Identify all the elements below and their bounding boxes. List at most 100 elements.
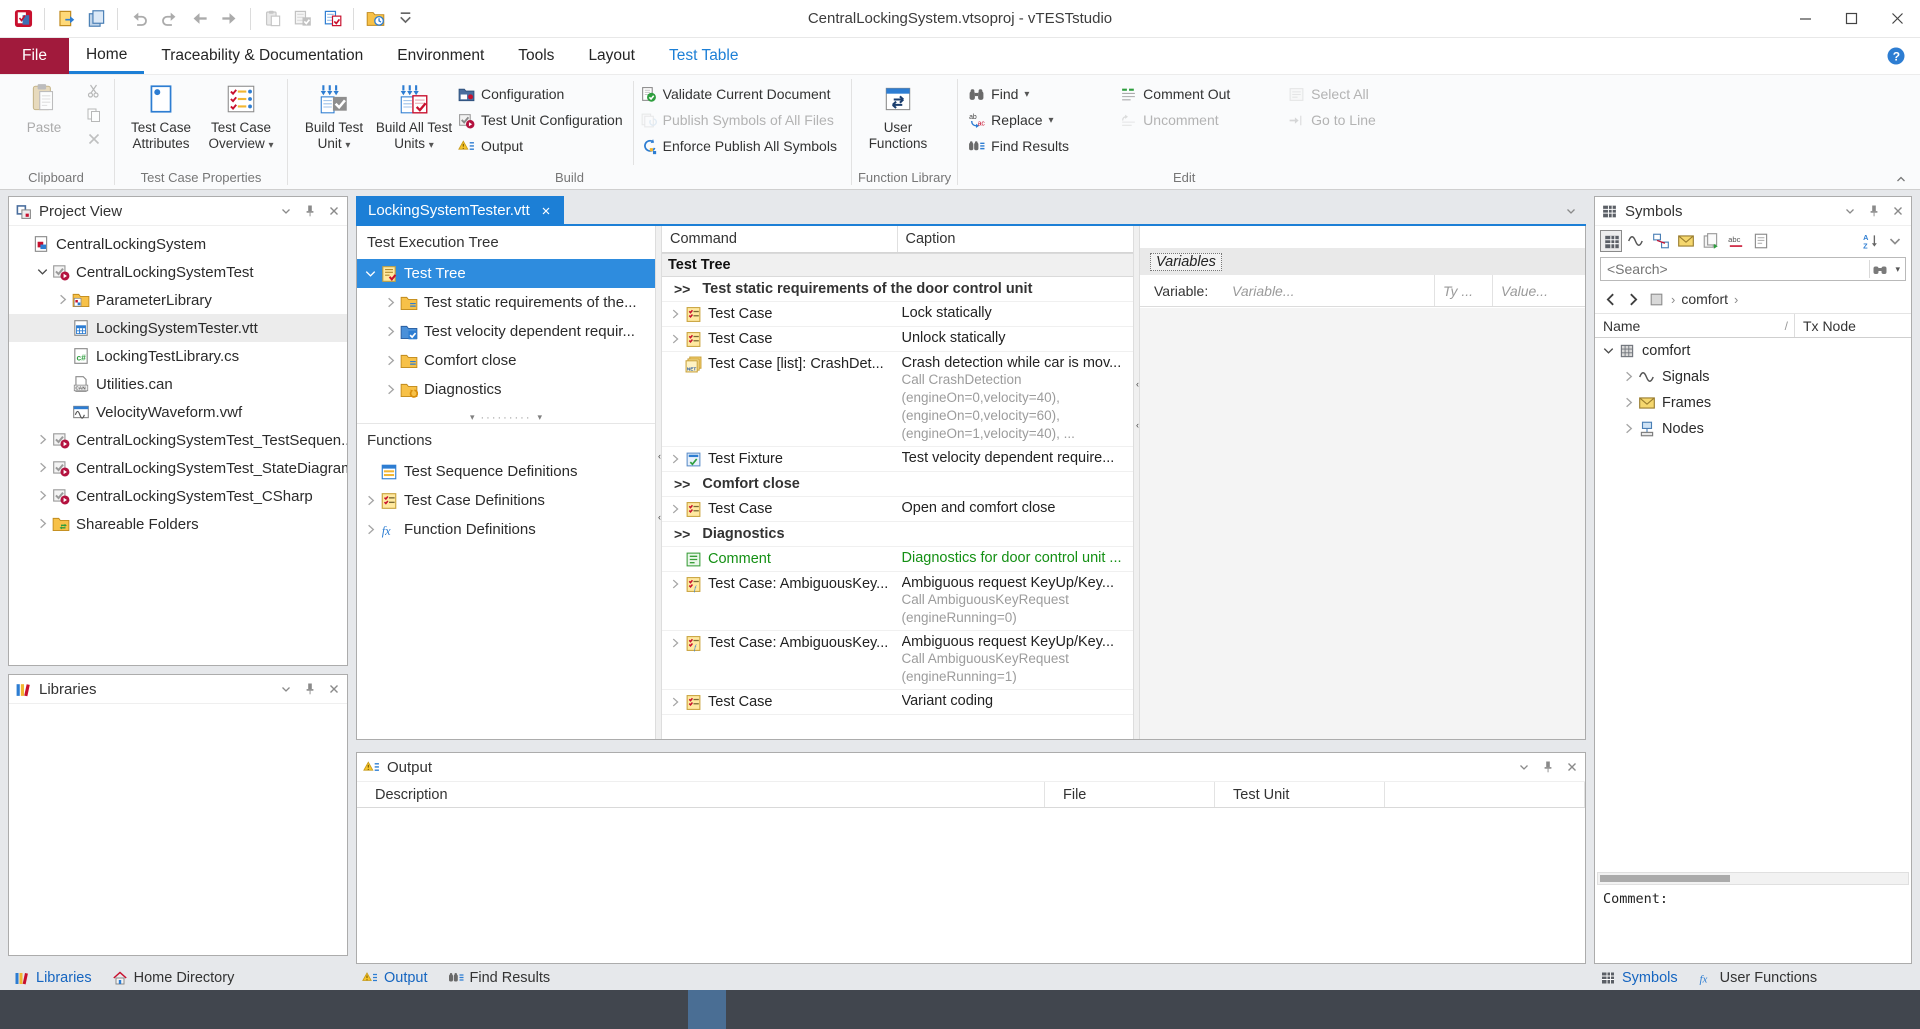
tree-item-parameterlibrary[interactable]: ParameterLibrary: [9, 286, 347, 314]
horizontal-scrollbar[interactable]: [1597, 872, 1909, 885]
chevron-expanded-icon[interactable]: [363, 266, 380, 282]
search-input[interactable]: [1601, 261, 1869, 277]
chevron-collapsed-icon[interactable]: [383, 324, 400, 340]
signal-curve-icon[interactable]: [1625, 230, 1647, 252]
pin-icon[interactable]: [303, 682, 317, 696]
close-icon[interactable]: [540, 204, 552, 216]
test-unit-configuration-button[interactable]: Test Unit Configuration: [454, 107, 631, 133]
tree-item-test-sequence-definitions[interactable]: Test Sequence Definitions: [357, 457, 655, 486]
chevron-collapsed-icon[interactable]: [668, 452, 685, 467]
replace-button[interactable]: abacReplace▾: [964, 107, 1116, 133]
chevron-collapsed-icon[interactable]: [1621, 395, 1638, 411]
tree-item-frames[interactable]: Frames: [1595, 390, 1911, 416]
chevron-collapsed-icon[interactable]: [363, 522, 380, 538]
publish-symbols-of-all-files-button[interactable]: Publish Symbols of All Files: [636, 107, 845, 133]
build-all-test-units-button[interactable]: Build All Test Units ▾: [374, 77, 454, 163]
menu-tab-test-table[interactable]: Test Table: [652, 38, 756, 74]
publish-pages-icon[interactable]: [1700, 230, 1722, 252]
minimize-button[interactable]: [1782, 0, 1828, 37]
close-icon[interactable]: [327, 682, 341, 696]
caption-column-header[interactable]: Caption: [898, 226, 1134, 252]
table-row[interactable]: Test CaseLock statically: [662, 302, 1133, 327]
open-recent-icon[interactable]: [362, 6, 388, 32]
help-icon[interactable]: ?: [1886, 46, 1906, 66]
output-button[interactable]: Output: [454, 133, 631, 159]
pin-icon[interactable]: [1541, 760, 1555, 774]
table-row[interactable]: CommentDiagnostics for door control unit…: [662, 547, 1133, 572]
test-case-overview-button[interactable]: Test Case Overview ▾: [201, 77, 281, 163]
taskbar-item[interactable]: [688, 990, 726, 1029]
tree-item-test-case-definitions[interactable]: Test Case Definitions: [357, 486, 655, 515]
app-icon[interactable]: [10, 6, 36, 32]
tree-item-centrallockingsystemtest-csharp[interactable]: CentralLockingSystemTest_CSharp: [9, 482, 347, 510]
search-icon[interactable]: [1870, 260, 1890, 278]
history-icon[interactable]: [1648, 291, 1665, 308]
chevron-collapsed-icon[interactable]: [35, 516, 52, 532]
menu-tab-tools[interactable]: Tools: [501, 38, 571, 74]
pin-icon[interactable]: [303, 204, 317, 218]
tab-home-directory[interactable]: Home Directory: [112, 970, 235, 986]
build-unit-small-icon[interactable]: [289, 6, 315, 32]
table-row[interactable]: NETTest Case [list]: CrashDet...Crash de…: [662, 352, 1133, 447]
name-column-header[interactable]: Name/: [1595, 314, 1795, 337]
vertical-splitter[interactable]: ‹‹: [1133, 226, 1140, 739]
redo-icon[interactable]: [156, 6, 182, 32]
table-row[interactable]: >>Test static requirements of the door c…: [662, 277, 1133, 302]
select-all-button[interactable]: Select All: [1284, 81, 1404, 107]
comment-out-button[interactable]: Comment Out: [1116, 81, 1284, 107]
chevron-collapsed-icon[interactable]: [668, 502, 685, 517]
chevron-collapsed-icon[interactable]: [668, 695, 685, 710]
undo-icon[interactable]: [126, 6, 152, 32]
chevron-collapsed-icon[interactable]: [1621, 421, 1638, 437]
chevron-expanded-icon[interactable]: [1601, 343, 1618, 359]
maximize-button[interactable]: [1828, 0, 1874, 37]
navigate-forward-icon[interactable]: [1625, 291, 1642, 308]
collapse-ribbon-button[interactable]: [1894, 172, 1910, 186]
chevron-collapsed-icon[interactable]: [1621, 369, 1638, 385]
search-dropdown-icon[interactable]: ▾: [1890, 264, 1905, 275]
user-functions-button[interactable]: User Functions: [858, 77, 938, 163]
table-row[interactable]: >>Diagnostics: [662, 522, 1133, 547]
build-test-unit-button[interactable]: Build Test Unit ▾: [294, 77, 374, 163]
find-button[interactable]: Find▾: [964, 81, 1116, 107]
menu-tab-file[interactable]: File: [0, 38, 69, 74]
tab-find-results[interactable]: Find Results: [448, 970, 551, 986]
close-icon[interactable]: [327, 204, 341, 218]
tree-item-comfort[interactable]: comfort: [1595, 338, 1911, 364]
chevron-expanded-icon[interactable]: [35, 264, 52, 280]
tree-item-test-velocity-dependent-requir[interactable]: Test velocity dependent requir...: [357, 317, 655, 346]
sort-az-icon[interactable]: AZ: [1860, 230, 1882, 252]
tx-node-column-header[interactable]: Tx Node: [1795, 314, 1911, 337]
symbols-grid-icon[interactable]: [1600, 230, 1622, 252]
build-all-small-icon[interactable]: [319, 6, 345, 32]
chevron-collapsed-icon[interactable]: [383, 382, 400, 398]
test-case-attributes-button[interactable]: Test Case Attributes: [121, 77, 201, 163]
tree-item-diagnostics[interactable]: Diagnostics: [357, 375, 655, 404]
chevron-collapsed-icon[interactable]: [35, 488, 52, 504]
menu-tab-home[interactable]: Home: [69, 38, 144, 74]
customize-quick-access-icon[interactable]: [392, 6, 418, 32]
table-row[interactable]: Test CaseVariant coding: [662, 690, 1133, 715]
chevron-collapsed-icon[interactable]: [35, 460, 52, 476]
type-input[interactable]: Ty ...: [1435, 275, 1493, 306]
tree-item-lockingtestlibrary-cs[interactable]: c#LockingTestLibrary.cs: [9, 342, 347, 370]
menu-tab-environment[interactable]: Environment: [380, 38, 501, 74]
paste-button[interactable]: Paste: [4, 77, 84, 163]
variables-header[interactable]: Variables: [1150, 253, 1222, 271]
delete-icon[interactable]: [86, 131, 106, 149]
chevron-collapsed-icon[interactable]: [383, 295, 400, 311]
tab-libraries[interactable]: Libraries: [14, 970, 92, 986]
close-icon[interactable]: [1891, 204, 1905, 218]
menu-tab-layout[interactable]: Layout: [571, 38, 652, 74]
tree-item-function-definitions[interactable]: fxFunction Definitions: [357, 515, 655, 544]
chevron-collapsed-icon[interactable]: [668, 307, 685, 322]
chevron-collapsed-icon[interactable]: [35, 432, 52, 448]
table-row[interactable]: >>Comfort close: [662, 472, 1133, 497]
chevron-collapsed-icon[interactable]: [668, 636, 685, 651]
tab-list-chevron-icon[interactable]: [1564, 204, 1578, 218]
paste-special-icon[interactable]: [259, 6, 285, 32]
configuration-button[interactable]: Configuration: [454, 81, 631, 107]
menu-tab-traceability-documentation[interactable]: Traceability & Documentation: [144, 38, 380, 74]
validate-current-document-button[interactable]: Validate Current Document: [636, 81, 845, 107]
message-icon[interactable]: [1675, 230, 1697, 252]
